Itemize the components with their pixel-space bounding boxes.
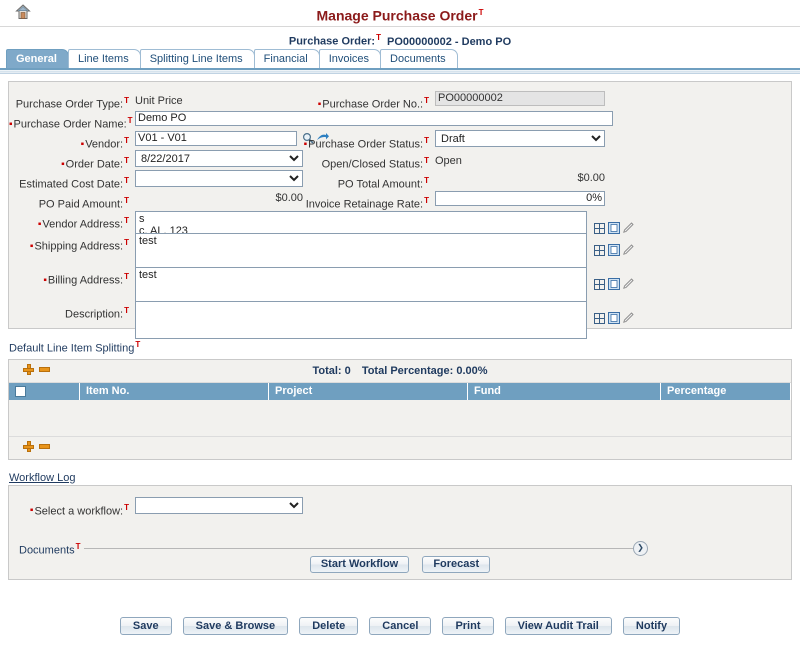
select-workflow-label: ▪Select a workflow:T: [29, 502, 129, 518]
purchase-order-name-field[interactable]: [135, 111, 613, 126]
add-row-icon[interactable]: [23, 364, 34, 376]
pencil-edit-icon[interactable]: [622, 312, 634, 327]
splitting-toolbar-top: Total: 0 Total Percentage: 0.00%: [9, 359, 791, 383]
workflow-log-panel: ▪Select a workflow:T DocumentsT ❯ Start …: [8, 484, 792, 580]
add-row-icon[interactable]: [23, 441, 34, 453]
column-header-fund[interactable]: Fund: [467, 382, 661, 400]
expand-grid-icon[interactable]: [594, 279, 605, 293]
purchase-order-status-select[interactable]: Draft: [435, 130, 605, 147]
pencil-edit-icon[interactable]: [622, 222, 634, 237]
tab-splitting-line-items[interactable]: Splitting Line Items: [139, 49, 255, 68]
splitting-toolbar-top-actions: [23, 364, 50, 376]
description-field[interactable]: [135, 301, 587, 339]
copy-icon[interactable]: [608, 222, 620, 237]
subtitle-superscript: T: [376, 33, 381, 42]
documents-divider-rule: [81, 547, 641, 549]
page-title-text: Manage Purchase Order: [316, 7, 478, 24]
splitting-toolbar-bottom: [9, 435, 791, 459]
estimated-cost-date-label: Estimated Cost Date:T: [19, 176, 129, 191]
page-title: Manage Purchase OrderT: [0, 0, 800, 29]
splitting-grid: Item No. Project Fund Percentage: [9, 382, 791, 436]
shipping-address-field[interactable]: test: [135, 233, 587, 271]
column-header-item-no[interactable]: Item No.: [79, 382, 269, 400]
pencil-edit-icon[interactable]: [622, 278, 634, 293]
po-total-amount-value: $0.00: [577, 172, 605, 184]
tab-financial[interactable]: Financial: [253, 49, 320, 68]
general-form-panel: Purchase Order Type:T Unit Price ▪Purcha…: [8, 81, 792, 339]
top-bar: Manage Purchase OrderT: [0, 0, 800, 27]
invoice-retainage-rate-field[interactable]: [435, 191, 605, 206]
home-icon[interactable]: [14, 3, 32, 21]
save-and-browse-button[interactable]: Save & Browse: [182, 617, 289, 635]
splitting-select-all-header: [9, 382, 80, 400]
documents-section-label: DocumentsT: [19, 541, 84, 557]
workflow-log-title: Workflow Log: [9, 471, 76, 484]
splitting-totals: Total: 0 Total Percentage: 0.00%: [9, 360, 791, 382]
splitting-empty-row: [9, 399, 791, 436]
vendor-label: ▪Vendor:T: [80, 136, 129, 151]
purchase-order-subtitle: Purchase Order:T PO00000002 - Demo PO: [0, 27, 800, 49]
chevron-double-down-icon[interactable]: ❯: [633, 540, 648, 556]
billing-address-field[interactable]: test: [135, 267, 587, 305]
splitting-empty-cell: [9, 399, 791, 436]
select-workflow-dropdown[interactable]: [135, 496, 303, 514]
default-line-item-splitting-title: Default Line Item SplittingT: [9, 340, 141, 355]
default-line-item-splitting-panel: Total: 0 Total Percentage: 0.00% Item No…: [8, 358, 792, 460]
documents-divider-group: DocumentsT ❯: [19, 540, 781, 557]
column-header-project[interactable]: Project: [268, 382, 468, 400]
splitting-toolbar-bottom-actions: [23, 441, 50, 453]
billing-address-label: ▪Billing Address:T: [43, 272, 129, 287]
cancel-button[interactable]: Cancel: [369, 617, 432, 635]
save-button[interactable]: Save: [119, 617, 172, 635]
copy-icon[interactable]: [608, 244, 620, 259]
delete-button[interactable]: Delete: [299, 617, 359, 635]
copy-icon[interactable]: [608, 278, 620, 293]
description-label: Description:T: [65, 306, 129, 321]
splitting-total: Total: 0: [312, 364, 351, 377]
remove-row-icon[interactable]: [39, 444, 50, 450]
print-button[interactable]: Print: [442, 617, 494, 635]
tab-documents[interactable]: Documents: [380, 49, 458, 68]
purchase-order-type-value: Unit Price: [135, 95, 183, 107]
copy-icon[interactable]: [608, 312, 620, 327]
purchase-order-no-field: [435, 91, 605, 106]
po-paid-amount-label: PO Paid Amount:T: [38, 196, 129, 211]
expand-grid-icon[interactable]: [594, 223, 605, 237]
open-closed-status-value: Open: [435, 155, 462, 167]
start-workflow-button[interactable]: Start Workflow: [309, 555, 410, 573]
subtitle-label: Purchase Order:: [288, 35, 376, 48]
notify-button[interactable]: Notify: [622, 617, 681, 635]
column-header-percentage[interactable]: Percentage: [660, 382, 791, 400]
purchase-order-name-label: ▪Purchase Order Name:T: [9, 116, 133, 131]
pencil-edit-icon[interactable]: [622, 244, 634, 259]
expand-grid-icon[interactable]: [594, 313, 605, 327]
remove-row-icon[interactable]: [39, 367, 50, 373]
vendor-address-label: ▪Vendor Address:T: [37, 216, 129, 231]
subtitle-value: PO00000002 - Demo PO: [387, 35, 512, 48]
workflow-action-buttons: Start Workflow Forecast: [9, 555, 791, 573]
tab-line-items[interactable]: Line Items: [67, 49, 141, 68]
purchase-order-type-label: Purchase Order Type:T: [15, 96, 129, 111]
forecast-button[interactable]: Forecast: [422, 555, 491, 573]
expand-grid-icon[interactable]: [594, 245, 605, 259]
tab-bar: General Line Items Splitting Line Items Fin…: [0, 49, 800, 68]
page-title-superscript: T: [478, 8, 484, 17]
tab-general[interactable]: General: [6, 49, 69, 68]
select-all-checkbox[interactable]: [15, 385, 26, 397]
splitting-grid-header-row: Item No. Project Fund Percentage: [9, 382, 791, 400]
splitting-total-percentage: Total Percentage: 0.00%: [361, 364, 488, 377]
order-date-label: ▪Order Date:T: [61, 156, 129, 171]
tab-underline-divider: [0, 68, 800, 74]
view-audit-trail-button[interactable]: View Audit Trail: [504, 617, 612, 635]
splitting-grid-body: [9, 399, 791, 436]
bottom-action-bar: Save Save & Browse Delete Cancel Print V…: [0, 617, 800, 635]
tab-invoices[interactable]: Invoices: [318, 49, 382, 68]
po-total-amount-label: PO Total Amount:T: [337, 176, 429, 191]
shipping-address-label: ▪Shipping Address:T: [29, 238, 129, 253]
